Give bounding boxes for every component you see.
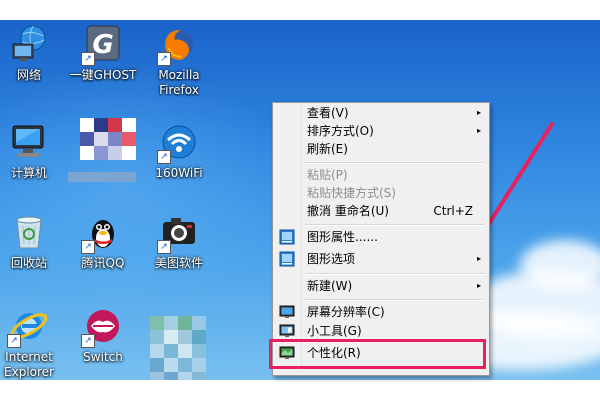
menu-item-paste-shortcut: 粘贴快捷方式(S)	[275, 183, 487, 203]
menu-separator	[305, 162, 485, 164]
menu-item-paste: 粘贴(P)	[275, 165, 487, 185]
graphics-options-icon	[279, 251, 295, 267]
menu-item-label: 小工具(G)	[307, 324, 362, 338]
highlight-box	[269, 339, 486, 369]
menu-item-label: 排序方式(O)	[307, 124, 374, 138]
menu-item-label: 刷新(E)	[307, 142, 348, 156]
menu-item-label: 粘贴快捷方式(S)	[307, 186, 396, 200]
submenu-arrow-icon: ▸	[476, 254, 481, 263]
submenu-arrow-icon: ▸	[476, 108, 481, 117]
menu-separator	[305, 224, 485, 226]
menu-item-label: 新建(W)	[307, 279, 353, 293]
menu-item-label: 图形属性......	[307, 230, 378, 244]
menu-separator	[305, 273, 485, 275]
menu-item-label: 屏幕分辨率(C)	[307, 305, 385, 319]
menu-item-graphics-properties[interactable]: 图形属性......	[275, 227, 487, 247]
menu-separator	[305, 299, 485, 301]
menu-item-view[interactable]: 查看(V) ▸	[275, 103, 487, 123]
menu-item-label: 图形选项	[307, 252, 356, 266]
submenu-arrow-icon: ▸	[476, 126, 481, 135]
context-menu[interactable]: 查看(V) ▸ 排序方式(O) ▸ 刷新(E) 粘贴(P) 粘贴快捷方式(S) …	[272, 102, 490, 376]
menu-item-label: 撤消 重命名(U)	[307, 204, 389, 218]
menu-item-label: 查看(V)	[307, 106, 349, 120]
menu-item-sort-by[interactable]: 排序方式(O) ▸	[275, 121, 487, 141]
menu-item-new[interactable]: 新建(W) ▸	[275, 276, 487, 296]
menu-item-undo-rename[interactable]: 撤消 重命名(U) Ctrl+Z	[275, 201, 487, 221]
graphics-properties-icon	[279, 229, 295, 245]
submenu-arrow-icon: ▸	[476, 281, 481, 290]
menu-item-screen-resolution[interactable]: 屏幕分辨率(C)	[275, 302, 487, 322]
menu-item-shortcut: Ctrl+Z	[433, 204, 473, 218]
menu-item-gadgets[interactable]: 小工具(G)	[275, 321, 487, 341]
gadgets-icon	[279, 324, 295, 337]
screen-resolution-icon	[279, 305, 295, 318]
menu-item-graphics-options[interactable]: 图形选项 ▸	[275, 249, 487, 269]
menu-item-label: 粘贴(P)	[307, 168, 348, 182]
menu-item-refresh[interactable]: 刷新(E)	[275, 139, 487, 159]
